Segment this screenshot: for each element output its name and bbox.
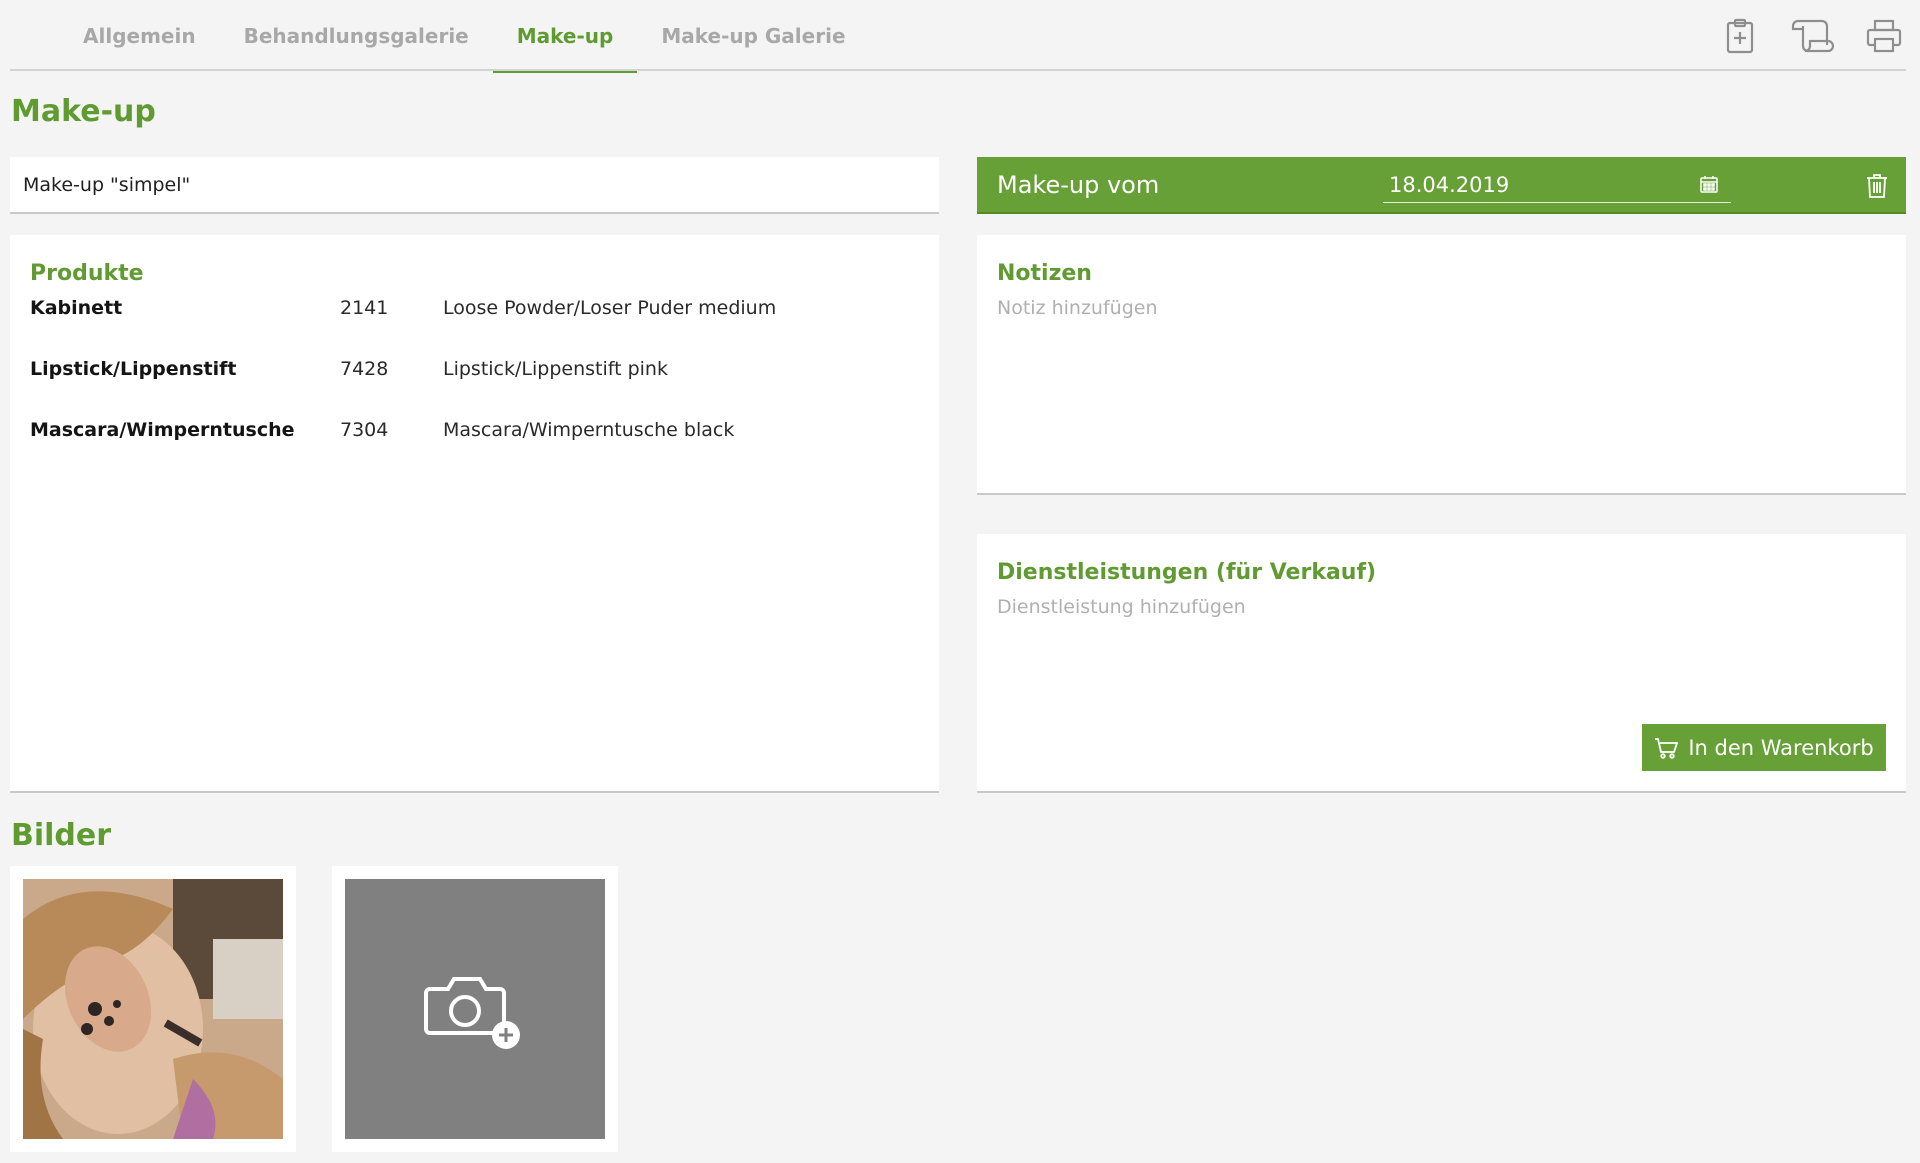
product-row[interactable]: Kabinett 2141 Loose Powder/Loser Puder m… — [30, 293, 910, 323]
makeup-date-bar: Make-up vom 18.04.2019 — [977, 157, 1906, 214]
product-category: Lipstick/Lippenstift — [30, 358, 237, 380]
camera-plus-icon — [424, 977, 520, 1049]
product-name: Mascara/Wimperntusche black — [443, 419, 735, 441]
page-title: Make-up — [11, 94, 156, 129]
products-title: Produkte — [30, 261, 144, 286]
tab-make-up[interactable]: Make-up — [492, 0, 638, 73]
date-value: 18.04.2019 — [1389, 172, 1510, 197]
makeup-name-input[interactable] — [23, 173, 939, 196]
product-name: Loose Powder/Loser Puder medium — [443, 297, 777, 319]
calendar-icon[interactable] — [1699, 174, 1719, 194]
services-title: Dienstleistungen (für Verkauf) — [997, 560, 1377, 585]
printer-icon[interactable] — [1862, 14, 1906, 58]
services-card: Dienstleistungen (für Verkauf) Dienstlei… — [977, 534, 1906, 793]
notes-card: Notizen Notiz hinzufügen — [977, 235, 1906, 495]
product-name: Lipstick/Lippenstift pink — [443, 358, 668, 380]
notes-title: Notizen — [997, 261, 1092, 286]
top-tab-bar: Allgemein Behandlungsgalerie Make-up Mak… — [10, 0, 1906, 73]
makeup-photo — [23, 879, 283, 1139]
scroll-icon[interactable] — [1790, 14, 1834, 58]
cart-icon — [1655, 737, 1679, 759]
tab-behandlungsgalerie[interactable]: Behandlungsgalerie — [220, 0, 493, 71]
tab-make-up-galerie[interactable]: Make-up Galerie — [637, 0, 869, 71]
date-label: Make-up vom — [997, 171, 1160, 199]
images-title: Bilder — [11, 818, 112, 853]
products-card: Produkte Kabinett 2141 Loose Powder/Lose… — [10, 235, 939, 793]
toolbar-icons — [1718, 14, 1906, 58]
product-number: 2141 — [340, 297, 389, 319]
product-row[interactable]: Mascara/Wimperntusche 7304 Mascara/Wimpe… — [30, 415, 910, 445]
product-number: 7428 — [340, 358, 389, 380]
add-image-tile[interactable] — [332, 866, 618, 1152]
clipboard-plus-icon[interactable] — [1718, 14, 1762, 58]
date-input[interactable]: 18.04.2019 — [1383, 167, 1731, 203]
add-service-field[interactable]: Dienstleistung hinzufügen — [997, 596, 1246, 618]
tab-allgemein[interactable]: Allgemein — [59, 0, 220, 71]
image-thumbnail[interactable] — [10, 866, 296, 1152]
add-note-field[interactable]: Notiz hinzufügen — [997, 297, 1157, 319]
cart-button-label: In den Warenkorb — [1688, 735, 1874, 760]
product-number: 7304 — [340, 419, 389, 441]
product-category: Kabinett — [30, 297, 123, 319]
add-image-button[interactable] — [345, 879, 605, 1139]
add-to-cart-button[interactable]: In den Warenkorb — [1642, 724, 1886, 771]
product-category: Mascara/Wimperntusche — [30, 419, 295, 441]
trash-icon[interactable] — [1866, 173, 1888, 199]
tab-list: Allgemein Behandlungsgalerie Make-up Mak… — [59, 0, 870, 73]
product-row[interactable]: Lipstick/Lippenstift 7428 Lipstick/Lippe… — [30, 354, 910, 384]
makeup-name-card — [10, 157, 939, 214]
